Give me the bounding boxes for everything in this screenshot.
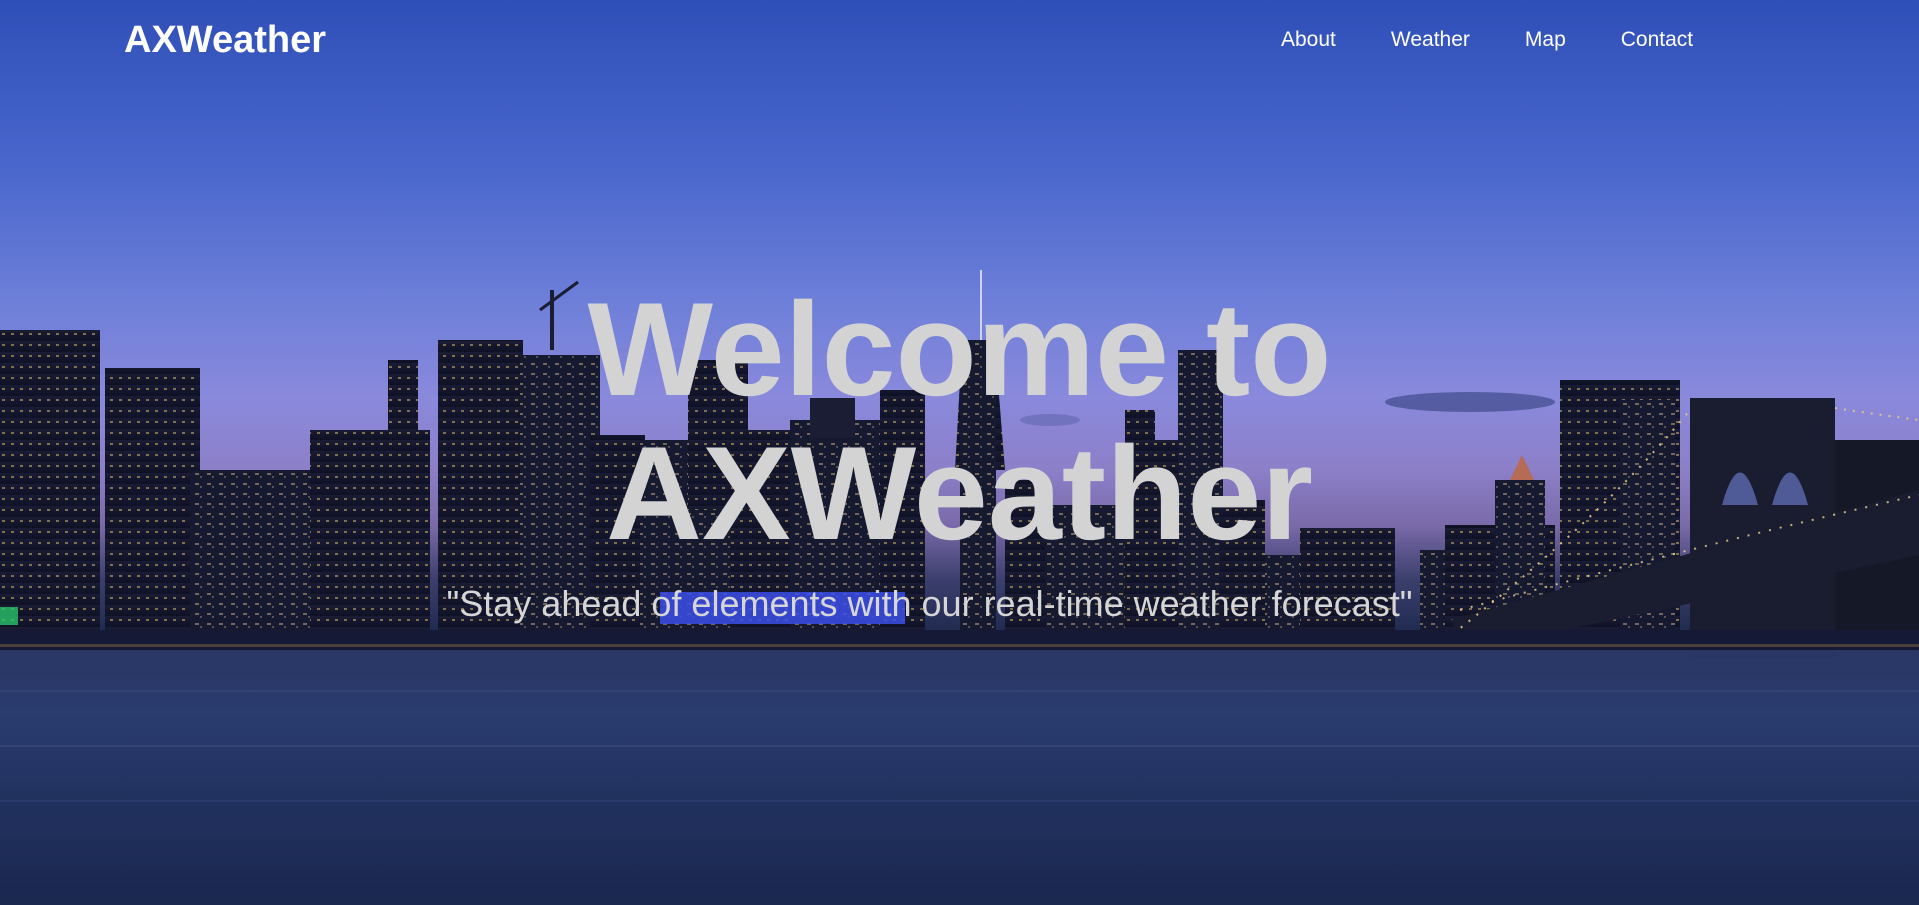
hero-tagline: "Stay ahead of elements with our real-ti… xyxy=(446,583,1413,624)
nav-link-contact[interactable]: Contact xyxy=(1621,28,1693,52)
nav-link-about[interactable]: About xyxy=(1281,28,1336,52)
hero-section: AXWeather About Weather Map Contact Welc… xyxy=(0,0,1919,905)
nav-link-map[interactable]: Map xyxy=(1525,28,1566,52)
river-water xyxy=(0,650,1919,905)
main-nav: About Weather Map Contact xyxy=(1281,28,1748,52)
hero-headline-line1: Welcome to xyxy=(587,276,1332,424)
nav-link-weather[interactable]: Weather xyxy=(1391,28,1470,52)
brand-logo[interactable]: AXWeather xyxy=(124,19,326,62)
top-navbar: AXWeather About Weather Map Contact xyxy=(0,0,1919,84)
hero-headline: Welcome to AXWeather xyxy=(0,278,1919,566)
hero-headline-line2: AXWeather xyxy=(605,420,1314,568)
